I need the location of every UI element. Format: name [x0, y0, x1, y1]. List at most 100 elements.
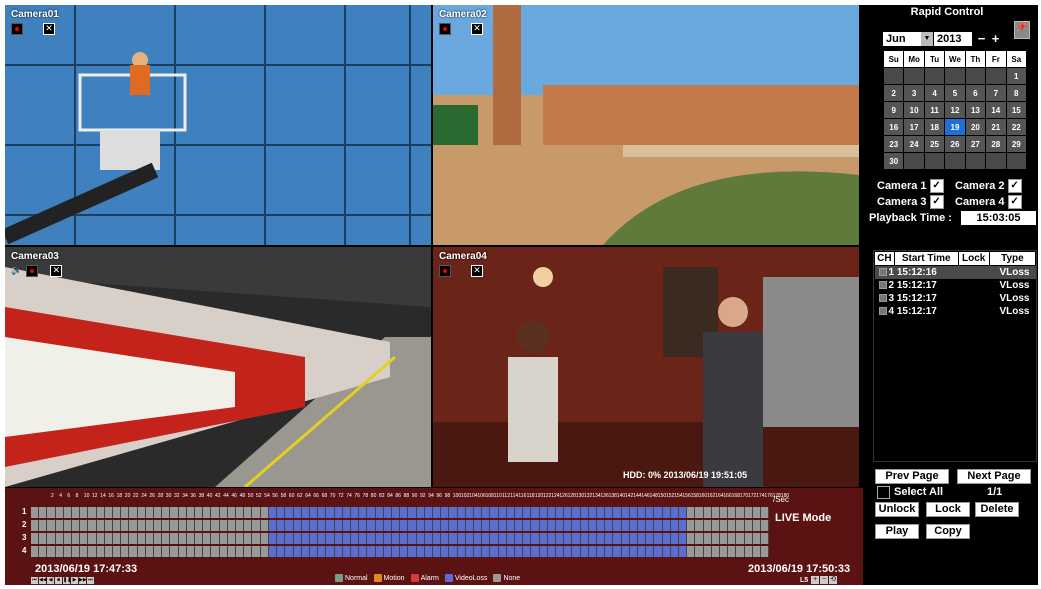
event-column-header[interactable]: Start Time	[893, 251, 959, 266]
timeline-cell[interactable]	[572, 546, 581, 557]
timeline-cell[interactable]	[629, 520, 639, 531]
timeline-cell[interactable]	[195, 507, 204, 518]
timeline-cell[interactable]	[629, 533, 639, 544]
timeline-cell[interactable]	[375, 546, 384, 557]
timeline-cell[interactable]	[728, 507, 737, 518]
timeline-cell[interactable]	[383, 507, 392, 518]
timeline-cell[interactable]	[154, 546, 163, 557]
timeline-cell[interactable]	[277, 507, 286, 518]
calendar-day[interactable]: 9	[882, 101, 905, 119]
timeline-cell[interactable]	[268, 520, 278, 531]
timeline-cell[interactable]	[334, 520, 343, 531]
playback-control-button[interactable]: ▶	[71, 577, 78, 584]
zoom-in-button[interactable]: +	[811, 576, 820, 584]
timeline-cell[interactable]	[556, 507, 565, 518]
timeline-cell[interactable]	[638, 507, 647, 518]
timeline-cell[interactable]	[605, 507, 614, 518]
timeline-cell[interactable]	[203, 546, 212, 557]
timeline-cell[interactable]	[621, 520, 630, 531]
playback-control-button[interactable]: ⏮	[31, 577, 38, 584]
calendar-day[interactable]: 28	[985, 135, 1007, 153]
timeline-cell[interactable]	[457, 507, 466, 518]
timeline-cell[interactable]	[482, 520, 491, 531]
playback-controls[interactable]: ⏮ ◀◀ ◀ ■ ❚❚ ▶ ▶▶ ⏭	[31, 577, 94, 584]
timeline-cell[interactable]	[72, 520, 81, 531]
timeline-cell[interactable]	[80, 520, 89, 531]
timeline-cell[interactable]	[55, 520, 64, 531]
timeline-cell[interactable]	[350, 546, 360, 557]
timeline-cell[interactable]	[80, 507, 89, 518]
timeline-cell[interactable]	[162, 507, 171, 518]
timeline-cell[interactable]	[457, 520, 466, 531]
timeline-cell[interactable]	[695, 520, 704, 531]
timeline-cell[interactable]	[531, 546, 540, 557]
calendar-day[interactable]: 17	[903, 118, 925, 136]
camera-view-2[interactable]: Camera02 ✕	[433, 5, 859, 245]
timeline-cell[interactable]	[195, 533, 204, 544]
timeline-cell[interactable]	[687, 520, 696, 531]
timeline-cell[interactable]	[687, 533, 696, 544]
timeline-cell[interactable]	[670, 533, 680, 544]
timeline-cell[interactable]	[342, 507, 351, 518]
timeline-cell[interactable]	[432, 520, 442, 531]
timeline-cell[interactable]	[547, 546, 556, 557]
timeline-cell[interactable]	[55, 507, 64, 518]
copy-button[interactable]: Copy	[926, 524, 970, 539]
timeline-cell[interactable]	[195, 546, 204, 557]
timeline-cell[interactable]	[695, 546, 704, 557]
timeline-cell[interactable]	[400, 546, 409, 557]
timeline-cell[interactable]	[334, 533, 343, 544]
timeline-cell[interactable]	[359, 520, 368, 531]
calendar-day[interactable]: 18	[923, 118, 946, 136]
timeline-cell[interactable]	[301, 507, 310, 518]
timeline-cell[interactable]	[597, 533, 606, 544]
timeline-cell[interactable]	[613, 520, 622, 531]
timeline-cell[interactable]	[203, 520, 212, 531]
timeline-cell[interactable]	[104, 533, 114, 544]
timeline-cell[interactable]	[268, 507, 278, 518]
timeline-cell[interactable]	[728, 546, 737, 557]
timeline-cell[interactable]	[326, 520, 335, 531]
timeline-cell[interactable]	[547, 533, 556, 544]
timeline-cell[interactable]	[359, 546, 368, 557]
timeline-cell[interactable]	[408, 507, 417, 518]
timeline-cell[interactable]	[285, 533, 294, 544]
playback-control-button[interactable]: ❚❚	[63, 577, 71, 584]
timeline-cell[interactable]	[703, 507, 712, 518]
calendar-day[interactable]: 12	[944, 101, 966, 119]
timeline-cell[interactable]	[752, 507, 762, 518]
timeline-cell[interactable]	[457, 533, 466, 544]
calendar-day[interactable]: 22	[1005, 118, 1028, 136]
timeline-cell[interactable]	[711, 533, 721, 544]
channel-track[interactable]	[31, 546, 770, 557]
timeline-cell[interactable]	[703, 520, 712, 531]
timeline-cell[interactable]	[113, 507, 122, 518]
timeline-cell[interactable]	[736, 520, 745, 531]
timeline-cell[interactable]	[80, 533, 89, 544]
calendar-day[interactable]: 26	[944, 135, 966, 153]
timeline-cell[interactable]	[736, 507, 745, 518]
timeline-cell[interactable]	[424, 546, 433, 557]
timeline-cell[interactable]	[162, 520, 171, 531]
timeline-cell[interactable]	[113, 546, 122, 557]
timeline-cell[interactable]	[375, 533, 384, 544]
timeline-cell[interactable]	[605, 533, 614, 544]
timeline-cell[interactable]	[39, 533, 48, 544]
timeline-cell[interactable]	[55, 546, 64, 557]
calendar-day[interactable]: 14	[985, 101, 1007, 119]
timeline-cell[interactable]	[309, 507, 319, 518]
timeline-cell[interactable]	[252, 520, 261, 531]
timeline-cell[interactable]	[613, 507, 622, 518]
calendar-day[interactable]: 20	[964, 118, 987, 136]
timeline-cell[interactable]	[350, 507, 360, 518]
timeline-cell[interactable]	[244, 520, 253, 531]
timeline-cell[interactable]	[670, 546, 680, 557]
timeline-cell[interactable]	[539, 507, 548, 518]
check-icon[interactable]: ✓	[929, 195, 944, 209]
timeline-cell[interactable]	[170, 507, 179, 518]
timeline-cell[interactable]	[367, 533, 376, 544]
timeline-cell[interactable]	[416, 533, 425, 544]
timeline-cell[interactable]	[752, 520, 762, 531]
timeline-cell[interactable]	[186, 546, 196, 557]
timeline-cell[interactable]	[473, 520, 483, 531]
